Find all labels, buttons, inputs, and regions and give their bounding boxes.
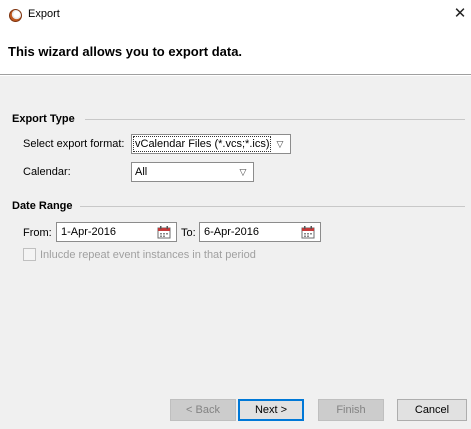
close-icon[interactable]: ✕ — [451, 4, 469, 24]
export-type-divider — [85, 119, 465, 120]
export-type-heading: Export Type — [12, 113, 75, 125]
title-bar: Export ✕ — [0, 0, 471, 30]
window-title: Export — [28, 8, 60, 20]
export-format-label: Select export format: — [23, 138, 125, 150]
from-date-field[interactable]: 1-Apr-2016 — [56, 222, 177, 242]
wizard-banner: This wizard allows you to export data. — [0, 30, 471, 75]
finish-button[interactable]: Finish — [318, 399, 384, 421]
cancel-button[interactable]: Cancel — [397, 399, 467, 421]
repeat-instances-checkbox[interactable] — [23, 248, 36, 261]
date-range-heading: Date Range — [12, 200, 73, 212]
from-date-value: 1-Apr-2016 — [61, 226, 117, 238]
app-icon — [9, 9, 22, 22]
to-label: To: — [181, 227, 196, 239]
wizard-content: Export Type Select export format: vCalen… — [0, 76, 471, 429]
calendar-icon[interactable] — [157, 225, 171, 239]
to-date-field[interactable]: 6-Apr-2016 — [199, 222, 321, 242]
export-format-select[interactable]: vCalendar Files (*.vcs;*.ics) ▽ — [131, 134, 291, 154]
next-button[interactable]: Next > — [238, 399, 304, 421]
date-range-divider — [80, 206, 465, 207]
chevron-down-icon: ▽ — [239, 167, 247, 177]
calendar-label: Calendar: — [23, 166, 71, 178]
to-date-value: 6-Apr-2016 — [204, 226, 260, 238]
from-label: From: — [23, 227, 52, 239]
calendar-icon[interactable] — [301, 225, 315, 239]
chevron-down-icon: ▽ — [276, 139, 284, 149]
banner-text: This wizard allows you to export data. — [8, 44, 243, 59]
back-button[interactable]: < Back — [170, 399, 236, 421]
repeat-instances-label: Inlucde repeat event instances in that p… — [40, 249, 256, 261]
focus-rect — [133, 136, 271, 152]
calendar-value: All — [135, 166, 148, 178]
calendar-select[interactable]: All ▽ — [131, 162, 254, 182]
